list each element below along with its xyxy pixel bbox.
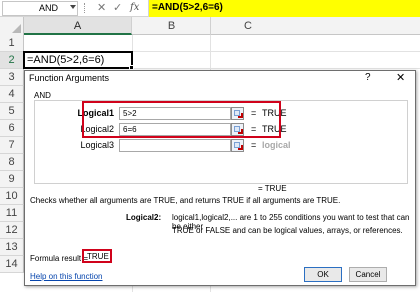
column-header-b[interactable]: B <box>133 17 211 35</box>
logical3-input[interactable] <box>119 139 231 152</box>
row-header[interactable]: 2 <box>0 52 24 69</box>
formula-text: =AND(5>2,6=6) <box>152 2 223 13</box>
cancel-button[interactable]: Cancel <box>349 267 387 282</box>
row-header[interactable]: 3 <box>0 69 24 86</box>
row-header[interactable]: 12 <box>0 222 24 239</box>
column-header-c[interactable]: C <box>211 17 420 35</box>
separator <box>84 3 86 13</box>
range-picker-icon[interactable] <box>231 139 244 152</box>
equals-sign: = <box>251 140 257 150</box>
function-name: AND <box>34 91 51 100</box>
name-box[interactable]: AND <box>2 1 78 16</box>
row-header[interactable]: 5 <box>0 103 24 120</box>
row-header[interactable]: 11 <box>0 205 24 222</box>
formula-result-value: TRUE <box>87 252 109 261</box>
argument-description: TRUE or FALSE and can be logical values,… <box>172 226 403 235</box>
row-header[interactable]: 13 <box>0 239 24 256</box>
help-icon[interactable]: ? <box>365 72 371 83</box>
function-description: Checks whether all arguments are TRUE, a… <box>30 196 341 205</box>
argument-description-label: Logical2: <box>126 213 162 222</box>
dialog-title: Function Arguments <box>29 73 110 83</box>
row-header[interactable]: 9 <box>0 171 24 188</box>
formula-result-label: Formula result = <box>30 254 89 263</box>
row-header[interactable]: 6 <box>0 120 24 137</box>
annotation-box <box>82 101 281 138</box>
row-header[interactable]: 7 <box>0 137 24 154</box>
cancel-icon[interactable]: ✕ <box>97 1 106 14</box>
row-header[interactable]: 4 <box>0 86 24 103</box>
ok-button[interactable]: OK <box>304 267 342 282</box>
help-link[interactable]: Help on this function <box>30 272 103 281</box>
logical3-label: Logical3 <box>80 140 114 150</box>
arrow-icon <box>238 145 243 150</box>
chevron-down-icon[interactable] <box>70 5 76 9</box>
cell-a2[interactable]: =AND(5>2,6=6) <box>23 51 133 69</box>
column-header-a[interactable]: A <box>24 17 132 35</box>
row-header[interactable]: 14 <box>0 256 24 273</box>
overall-result: = TRUE <box>258 184 287 193</box>
row-header[interactable]: 1 <box>0 35 24 52</box>
logical3-result: logical <box>262 140 291 150</box>
row-header[interactable]: 8 <box>0 154 24 171</box>
row-header[interactable]: 10 <box>0 188 24 205</box>
enter-icon[interactable]: ✓ <box>113 1 122 14</box>
select-all-icon <box>12 24 21 33</box>
close-icon[interactable]: ✕ <box>396 71 405 84</box>
insert-function-icon[interactable]: fx <box>130 0 144 16</box>
